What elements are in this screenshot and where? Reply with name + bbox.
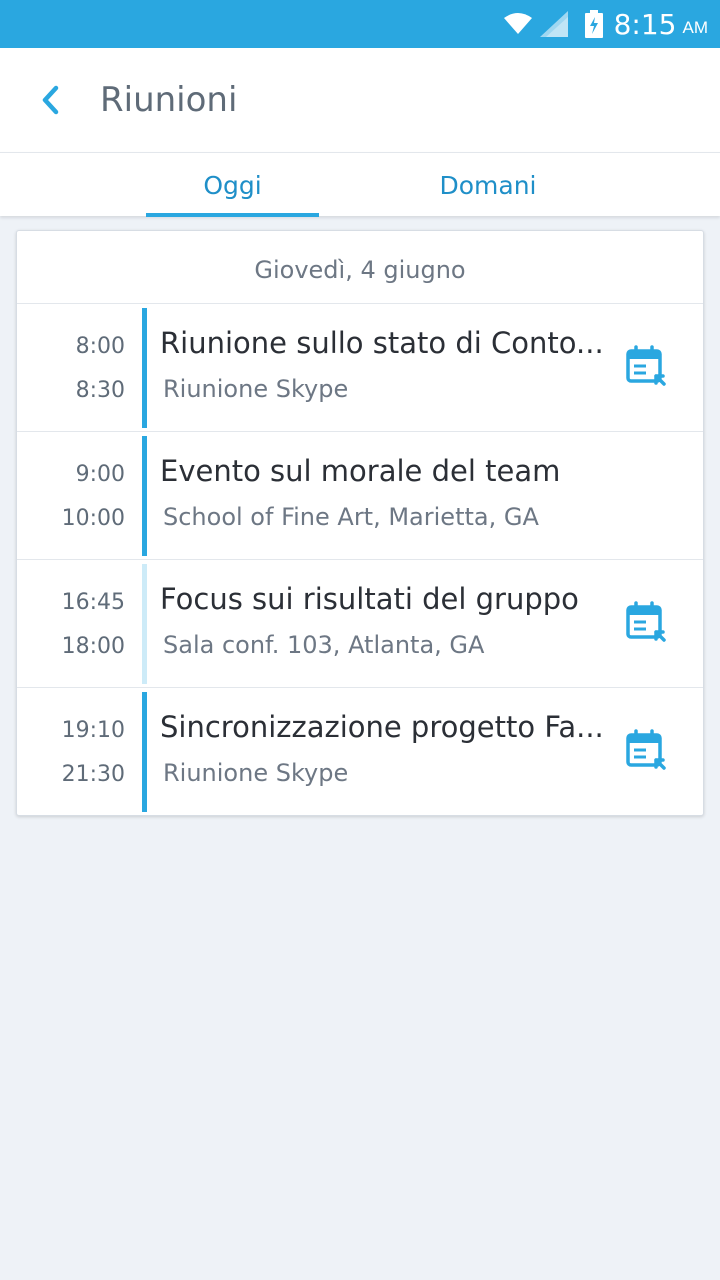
back-button[interactable] (26, 78, 74, 122)
meeting-accent-bar (142, 564, 147, 684)
meeting-row[interactable]: 16:45 18:00 Focus sui risultati del grup… (17, 560, 703, 688)
status-ampm: AM (682, 18, 709, 37)
meeting-row[interactable]: 8:00 8:30 Riunione sullo stato di Conto.… (17, 304, 703, 432)
meeting-start-time: 19:10 (61, 718, 125, 743)
meeting-start-time: 8:00 (75, 334, 125, 359)
meeting-row[interactable]: 9:00 10:00 Evento sul morale del team Sc… (17, 432, 703, 560)
meeting-location: School of Fine Art, Marietta, GA (163, 503, 539, 531)
meetings-card: Giovedì, 4 giugno 8:00 8:30 Riunione sul… (16, 230, 704, 816)
meeting-end-time: 10:00 (61, 506, 125, 531)
wifi-icon (503, 13, 532, 34)
meeting-accent-bar (142, 308, 147, 428)
meeting-row[interactable]: 19:10 21:30 Sincronizzazione progetto Fa… (17, 688, 703, 816)
meeting-title: Focus sui risultati del gruppo (160, 582, 579, 616)
app-bar: Riunioni (0, 48, 720, 152)
meeting-location: Sala conf. 103, Atlanta, GA (163, 631, 485, 659)
meeting-accent-bar (142, 436, 147, 556)
meeting-location: Riunione Skype (163, 759, 349, 787)
join-meeting-icon[interactable] (624, 344, 668, 388)
meeting-start-time: 9:00 (75, 462, 125, 487)
meeting-title: Sincronizzazione progetto Fa... (160, 710, 604, 744)
battery-icon (584, 10, 603, 38)
status-icons: 8:15 AM (503, 0, 709, 48)
meeting-title: Riunione sullo stato di Conto... (160, 326, 604, 360)
join-meeting-icon[interactable] (624, 728, 668, 772)
status-time: 8:15 (613, 7, 677, 41)
page-title: Riunioni (100, 80, 238, 120)
status-bar: 8:15 AM (0, 0, 720, 48)
meeting-accent-bar (142, 692, 147, 812)
meeting-start-time: 16:45 (61, 590, 125, 615)
meeting-end-time: 18:00 (61, 634, 125, 659)
meeting-end-time: 21:30 (61, 762, 125, 787)
meeting-location: Riunione Skype (163, 375, 349, 403)
tab-domani[interactable]: Domani (400, 153, 576, 217)
tab-oggi[interactable]: Oggi (146, 153, 319, 217)
signal-icon (539, 11, 568, 37)
chevron-left-icon (42, 85, 59, 115)
meeting-end-time: 8:30 (75, 378, 125, 403)
join-meeting-icon[interactable] (624, 600, 668, 644)
tab-bar: Oggi Domani (0, 152, 720, 217)
date-header: Giovedì, 4 giugno (17, 231, 703, 304)
meeting-title: Evento sul morale del team (160, 454, 561, 488)
